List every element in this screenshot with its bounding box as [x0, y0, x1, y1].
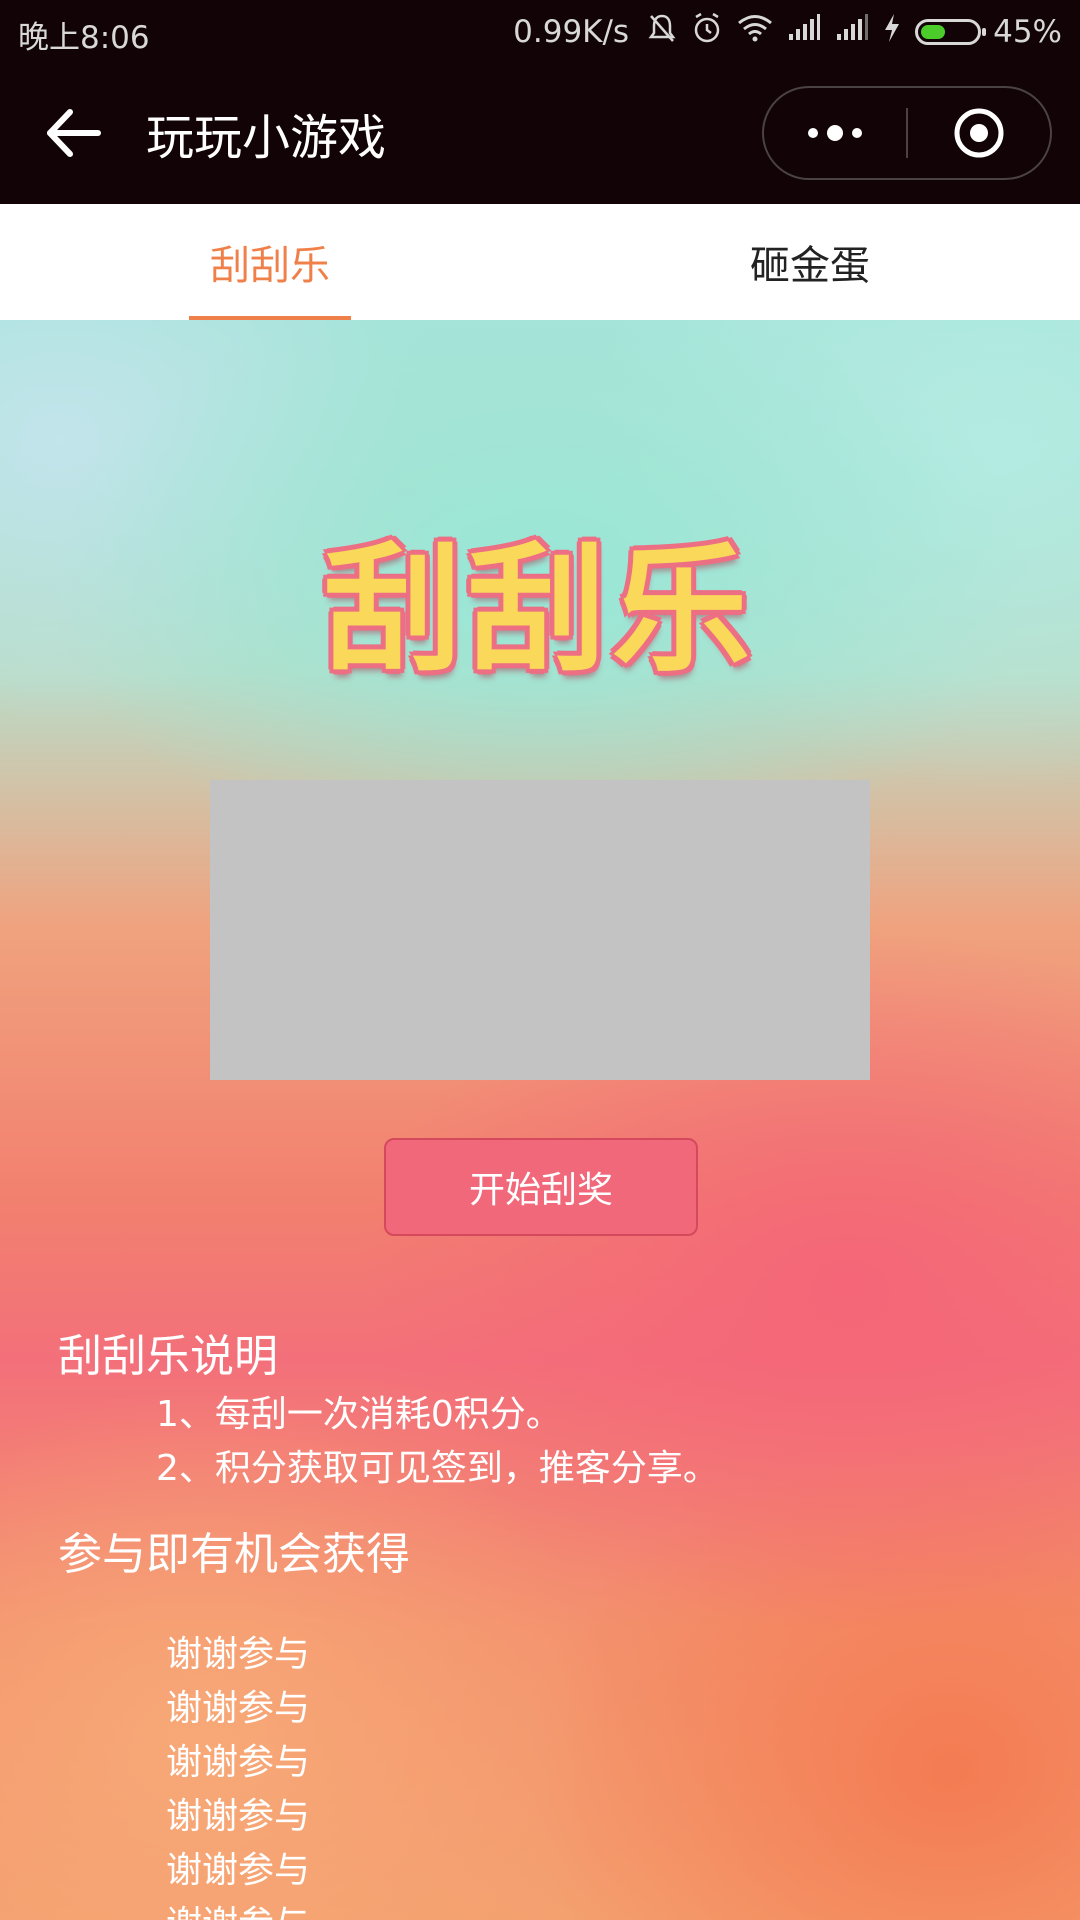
target-circle-icon	[954, 108, 1004, 158]
network-speed: 0.99K/s	[513, 14, 630, 50]
status-bar: 晚上8:06 0.99K/s 45%	[0, 0, 1080, 62]
battery-icon	[915, 19, 987, 45]
mini-program-capsule	[762, 86, 1052, 180]
alarm-clock-icon	[691, 12, 723, 52]
signal-icon	[787, 14, 821, 50]
nav-bar: 玩玩小游戏	[0, 62, 1080, 204]
prizes-title: 参与即有机会获得	[58, 1529, 410, 1580]
status-time: 晚上8:06	[18, 20, 150, 56]
signal-icon	[835, 14, 869, 50]
close-button[interactable]	[908, 88, 1050, 178]
scratch-card[interactable]	[210, 780, 870, 1080]
tab-label: 刮刮乐	[210, 243, 330, 289]
back-button[interactable]	[40, 100, 106, 166]
tab-label: 砸金蛋	[750, 243, 870, 289]
start-scratch-button[interactable]: 开始刮奖	[384, 1138, 698, 1236]
game-title: 刮刮乐	[323, 530, 756, 691]
more-dots-icon	[808, 125, 862, 141]
mute-bell-icon	[647, 12, 677, 52]
prize-item: 谢谢参与	[166, 1898, 310, 1920]
wifi-icon	[737, 14, 773, 50]
prize-item: 谢谢参与	[166, 1850, 311, 1891]
more-button[interactable]	[764, 88, 906, 178]
prize-item: 谢谢参与	[166, 1796, 311, 1837]
rule-item: 2、积分获取可见签到，推客分享。	[156, 1448, 719, 1489]
page-title: 玩玩小游戏	[146, 110, 387, 166]
battery-fill	[921, 25, 946, 39]
status-indicators: 0.99K/s 45%	[513, 12, 1062, 52]
tab-scratch-card[interactable]: 刮刮乐	[0, 204, 540, 320]
tab-smash-egg[interactable]: 砸金蛋	[540, 204, 1080, 320]
tab-bar: 刮刮乐 砸金蛋	[0, 204, 1080, 320]
rule-item: 1、每刮一次消耗0积分。	[156, 1394, 562, 1435]
prize-item: 谢谢参与	[166, 1634, 311, 1675]
battery-percent: 45%	[993, 14, 1062, 50]
rules-list: 1、每刮一次消耗0积分。 2、积分获取可见签到，推客分享。	[156, 1388, 719, 1496]
game-area: 刮刮乐 开始刮奖 刮刮乐说明 1、每刮一次消耗0积分。 2、积分获取可见签到，推…	[0, 320, 1080, 1920]
page: 晚上8:06 0.99K/s 45% 玩玩小游戏 刮刮乐 砸金蛋 刮刮乐 开始刮…	[0, 0, 1080, 1920]
prize-list: 谢谢参与 谢谢参与 谢谢参与 谢谢参与 谢谢参与 谢谢参与	[166, 1628, 310, 1920]
rules-title: 刮刮乐说明	[58, 1331, 278, 1382]
charging-bolt-icon	[883, 13, 901, 51]
arrow-left-icon	[47, 109, 101, 157]
prize-item: 谢谢参与	[166, 1688, 311, 1729]
prize-item: 谢谢参与	[166, 1742, 311, 1783]
